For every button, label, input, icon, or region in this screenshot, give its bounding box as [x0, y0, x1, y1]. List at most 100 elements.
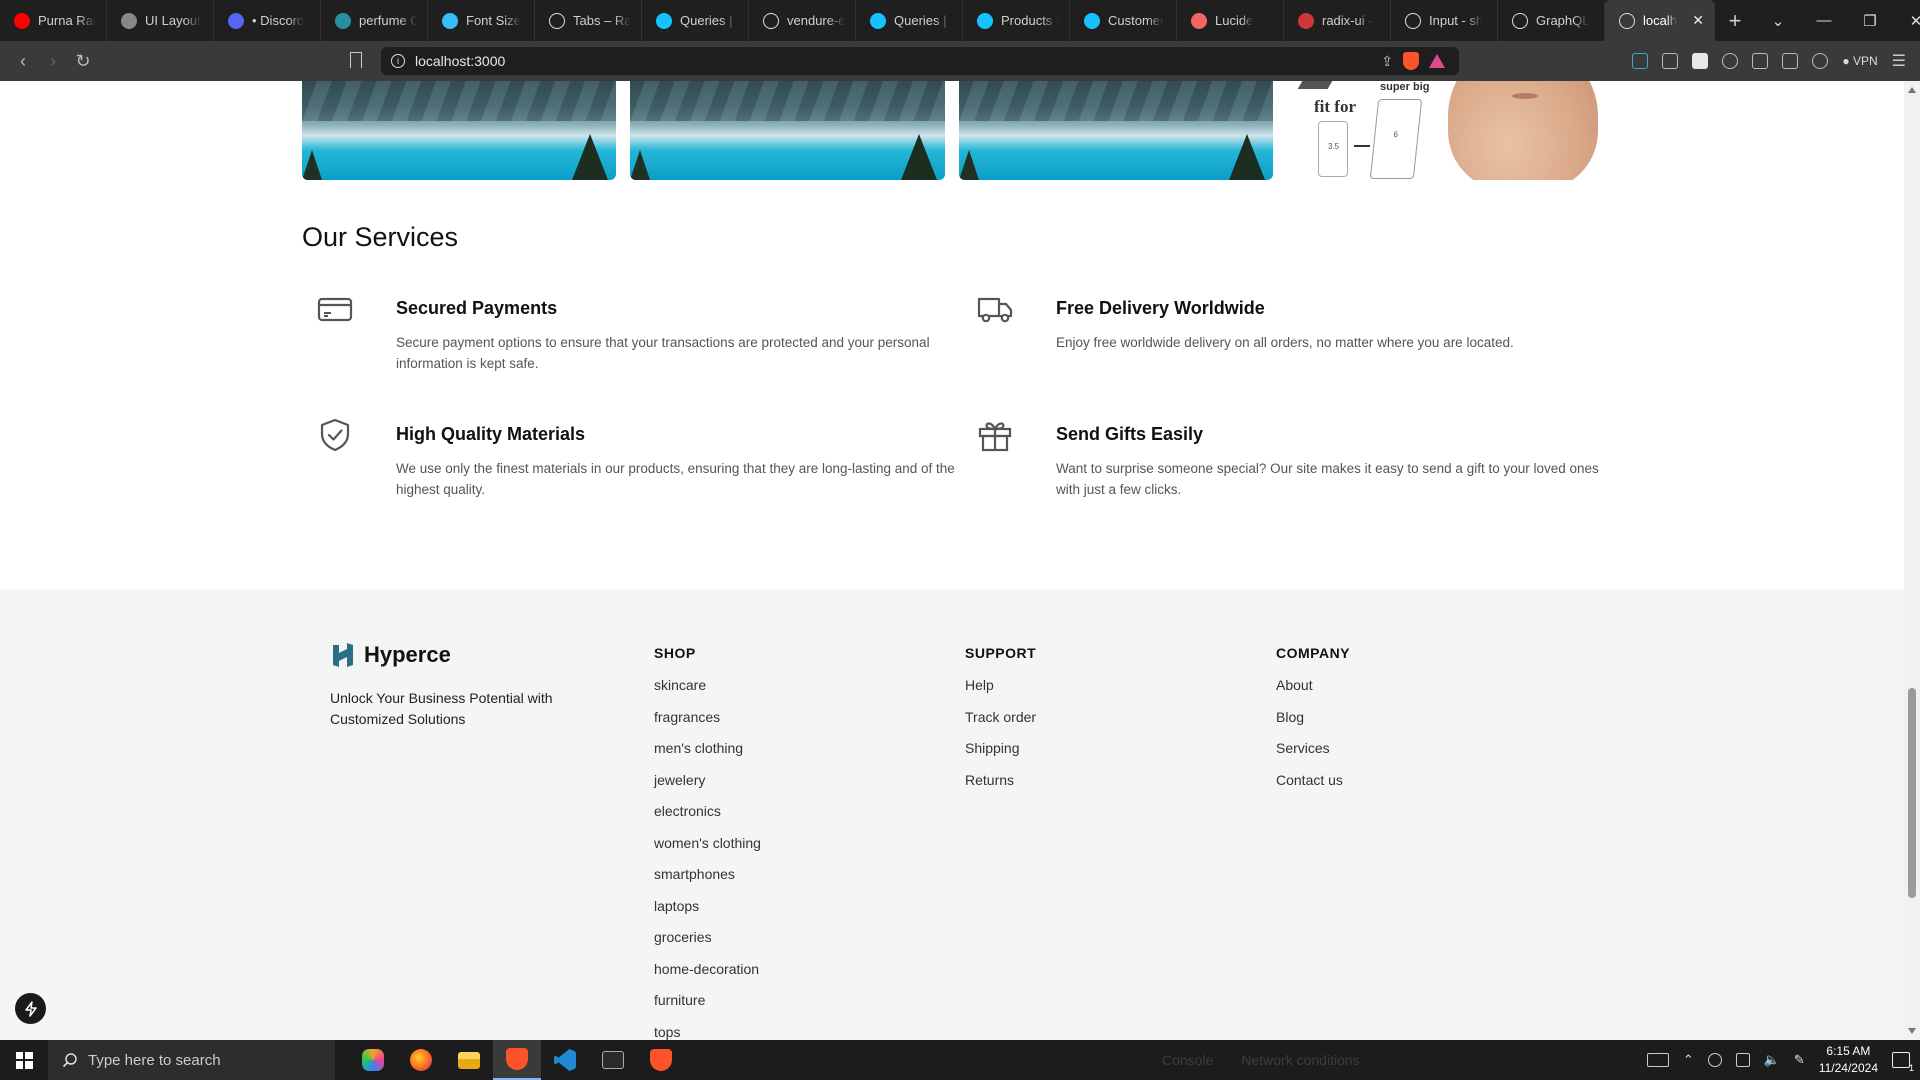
vpn-button[interactable]: ● VPN [1842, 54, 1877, 68]
start-button[interactable] [0, 1040, 48, 1080]
service-description: Secure payment options to ensure that yo… [396, 335, 930, 371]
tab[interactable]: Queries | V [642, 0, 749, 41]
banner-image-1[interactable] [302, 81, 616, 180]
footer-link[interactable]: About [1276, 670, 1350, 702]
footer-link[interactable]: Help [965, 670, 1036, 702]
notification-center-icon[interactable]: 1 [1892, 1052, 1914, 1073]
footer-link[interactable]: fragrances [654, 702, 761, 734]
tab[interactable]: Customer [1070, 0, 1177, 41]
tab[interactable]: Lucide [1177, 0, 1284, 41]
footer-link[interactable]: women's clothing [654, 828, 761, 860]
sidebar-icon[interactable] [1752, 53, 1769, 69]
service-title: High Quality Materials [396, 424, 586, 444]
footer-link[interactable]: Track order [965, 702, 1036, 734]
footer-link[interactable]: groceries [654, 922, 761, 954]
footer-link-list: About Blog Services Contact us [1276, 670, 1350, 796]
footer-link-list: skincare fragrances men's clothing jewelery… [654, 670, 761, 1040]
vpn-label: VPN [1852, 54, 1878, 68]
terminal-app[interactable] [589, 1040, 637, 1080]
extension-n-icon[interactable] [1632, 53, 1649, 69]
product-image-text: fit for [1314, 97, 1357, 116]
footer-brand[interactable]: Hyperce [330, 641, 451, 669]
windows-logo-icon [15, 1051, 33, 1069]
wallet-icon[interactable] [1782, 53, 1799, 69]
footer-link[interactable]: Contact us [1276, 765, 1350, 797]
leo-ai-icon[interactable] [1812, 53, 1829, 69]
brave-app[interactable] [493, 1040, 541, 1080]
close-window-button[interactable]: ✕ [1893, 12, 1920, 30]
reload-button[interactable]: ↻ [68, 51, 98, 72]
tab[interactable]: perfume C [321, 0, 428, 41]
footer-link[interactable]: Shipping [965, 733, 1036, 765]
page-scrollbar[interactable] [1904, 81, 1920, 1040]
extension-card-icon[interactable] [1692, 53, 1709, 69]
tab[interactable]: UI Layout [107, 0, 214, 41]
tab[interactable]: • Discord [214, 0, 321, 41]
file-explorer-app[interactable] [445, 1040, 493, 1080]
brave-app-2[interactable] [637, 1040, 685, 1080]
footer-link[interactable]: Services [1276, 733, 1350, 765]
address-bar[interactable]: i localhost:3000 ⇪ [381, 47, 1459, 75]
volume-icon[interactable]: 🔈 [1764, 1052, 1780, 1068]
network-icon[interactable] [1707, 1053, 1722, 1067]
menu-icon[interactable]: ☰ [1892, 51, 1906, 71]
brave-shields-icon[interactable] [1403, 52, 1419, 70]
tab[interactable]: radix-ui - [1284, 0, 1391, 41]
close-tab-icon[interactable]: ✕ [1692, 12, 1704, 29]
footer-link[interactable]: skincare [654, 670, 761, 702]
scroll-down-arrow-icon[interactable] [1908, 1028, 1916, 1034]
footer-link[interactable]: laptops [654, 891, 761, 923]
footer-link[interactable]: Blog [1276, 702, 1350, 734]
tab-active[interactable]: localh ✕ [1605, 0, 1715, 41]
tab[interactable]: GraphQL [1498, 0, 1605, 41]
keyboard-layout-icon[interactable] [1646, 1053, 1669, 1067]
copilot-icon [362, 1049, 384, 1071]
tab[interactable]: Tabs – Rad [535, 0, 642, 41]
tab[interactable]: Input - sh [1391, 0, 1498, 41]
product-image-shaver[interactable]: fit for super big 3.5 6 [1284, 81, 1600, 180]
banner-image-3[interactable] [959, 81, 1273, 180]
footer-link[interactable]: tops [654, 1017, 761, 1041]
footer-heading: SUPPORT [965, 645, 1037, 661]
tab[interactable]: Font Size [428, 0, 535, 41]
radix-icon [549, 12, 565, 29]
footer-link[interactable]: home-decoration [654, 954, 761, 986]
restore-button[interactable]: ❐ [1847, 12, 1893, 30]
footer-link[interactable]: electronics [654, 796, 761, 828]
footer-link[interactable]: smartphones [654, 859, 761, 891]
pen-icon[interactable]: ✎ [1794, 1052, 1805, 1068]
share-icon[interactable]: ⇪ [1381, 53, 1393, 70]
site-info-icon[interactable]: i [391, 54, 405, 68]
qr-icon[interactable] [1662, 53, 1679, 69]
show-hidden-icons-chevron-icon[interactable]: ⌃ [1683, 1052, 1694, 1068]
globe-icon [121, 12, 137, 29]
vscode-app[interactable] [541, 1040, 589, 1080]
new-tab-button[interactable]: + [1715, 8, 1755, 34]
tab[interactable]: Products S [963, 0, 1070, 41]
banner-image-2[interactable] [630, 81, 945, 180]
brave-rewards-icon[interactable] [1429, 54, 1445, 68]
extensions-puzzle-icon[interactable] [1722, 53, 1739, 69]
footer-link[interactable]: furniture [654, 985, 761, 1017]
bookmark-icon[interactable] [350, 52, 362, 68]
tab[interactable]: Purna Rai [0, 0, 107, 41]
image-detail [1297, 81, 1333, 89]
battery-icon[interactable] [1735, 1053, 1750, 1067]
footer-link[interactable]: Returns [965, 765, 1036, 797]
lightning-action-button[interactable] [15, 993, 46, 1024]
forward-button[interactable]: › [38, 51, 68, 72]
footer-link[interactable]: jewelery [654, 765, 761, 797]
taskbar-clock[interactable]: 6:15 AM 11/24/2024 [1819, 1043, 1878, 1077]
scrollbar-thumb[interactable] [1908, 688, 1916, 898]
back-button[interactable]: ‹ [8, 51, 38, 72]
footer-link[interactable]: men's clothing [654, 733, 761, 765]
scroll-up-arrow-icon[interactable] [1908, 87, 1916, 93]
tab-search-chevron-icon[interactable]: ⌄ [1755, 12, 1801, 30]
github-icon [763, 12, 779, 29]
copilot-app[interactable] [349, 1040, 397, 1080]
tab[interactable]: Queries | V [856, 0, 963, 41]
taskbar-search[interactable]: Type here to search [48, 1040, 335, 1080]
tab[interactable]: vendure-e [749, 0, 856, 41]
minimize-button[interactable]: — [1801, 12, 1847, 29]
firefox-app[interactable] [397, 1040, 445, 1080]
